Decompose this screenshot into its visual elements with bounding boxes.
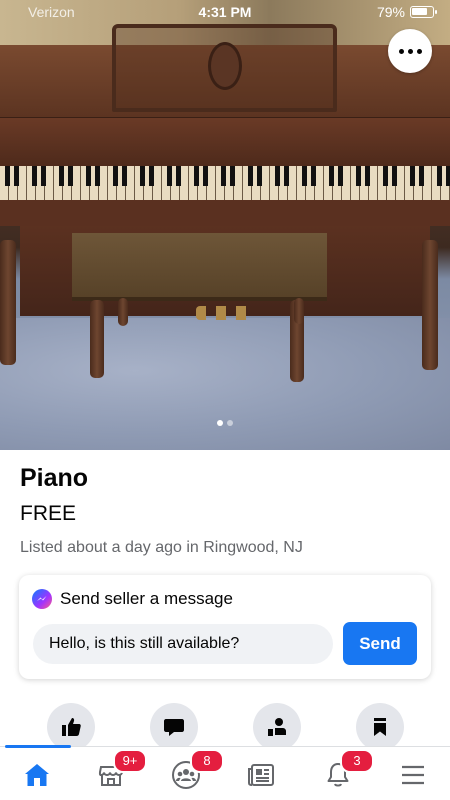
thumbs-up-icon	[62, 718, 81, 736]
message-seller-card: Send seller a message Send	[19, 575, 431, 679]
bottom-tab-bar: 9+ 8 3	[0, 745, 450, 800]
message-card-header: Send seller a message	[32, 589, 233, 609]
message-input[interactable]	[33, 624, 333, 664]
piano-music-stand	[112, 24, 337, 112]
home-icon	[25, 764, 49, 786]
listing-price: FREE	[20, 502, 77, 525]
message-button[interactable]	[150, 703, 198, 751]
tab-groups[interactable]: 8	[166, 749, 224, 795]
piano-leg-left	[0, 240, 16, 365]
more-dots-icon	[398, 48, 404, 54]
piano-fallboard	[0, 118, 450, 166]
share-icon	[268, 718, 286, 736]
tab-news[interactable]	[242, 755, 282, 795]
bookmark-icon	[374, 718, 386, 736]
news-icon	[248, 764, 274, 786]
tab-marketplace[interactable]: 9+	[91, 749, 147, 795]
photo-floor	[0, 318, 450, 450]
listing-photo[interactable]	[0, 0, 450, 450]
listing-actions	[0, 703, 450, 751]
notifications-badge: 3	[340, 749, 374, 773]
battery-percent: 79%	[376, 4, 405, 20]
tab-menu[interactable]	[393, 755, 433, 795]
piano-pedals	[196, 306, 250, 320]
listing-title: Piano	[20, 464, 89, 492]
bench-leg-back-right	[294, 298, 304, 324]
bench-leg-front-left	[90, 300, 104, 378]
hamburger-menu-icon	[402, 765, 424, 785]
piano-leg-right	[422, 240, 438, 370]
battery-icon	[410, 6, 437, 18]
chat-bubble-icon	[164, 719, 184, 736]
marketplace-badge: 9+	[113, 749, 147, 773]
active-tab-indicator	[5, 745, 71, 748]
save-button[interactable]	[356, 703, 404, 751]
piano-key-rail	[0, 200, 450, 226]
photo-pagination-dots	[0, 420, 450, 426]
message-card-title: Send seller a message	[60, 589, 233, 608]
battery-status: 79%	[376, 4, 437, 20]
photo-dot-2[interactable]	[227, 420, 233, 426]
piano-bench	[72, 233, 327, 301]
photo-dot-1[interactable]	[217, 420, 223, 426]
send-button[interactable]: Send	[343, 622, 417, 665]
listing-location-time: Listed about a day ago in Ringwood, NJ	[20, 539, 303, 556]
bench-leg-back-left	[118, 298, 128, 326]
piano-black-keys	[0, 166, 450, 186]
tab-home[interactable]	[17, 755, 57, 795]
tab-notifications[interactable]: 3	[318, 749, 374, 795]
status-bar: Verizon 4:31 PM 79%	[0, 0, 450, 24]
more-options-button[interactable]	[388, 29, 432, 73]
messenger-icon	[32, 589, 52, 609]
like-button[interactable]	[47, 703, 95, 751]
groups-badge: 8	[190, 749, 224, 773]
share-button[interactable]	[253, 703, 301, 751]
